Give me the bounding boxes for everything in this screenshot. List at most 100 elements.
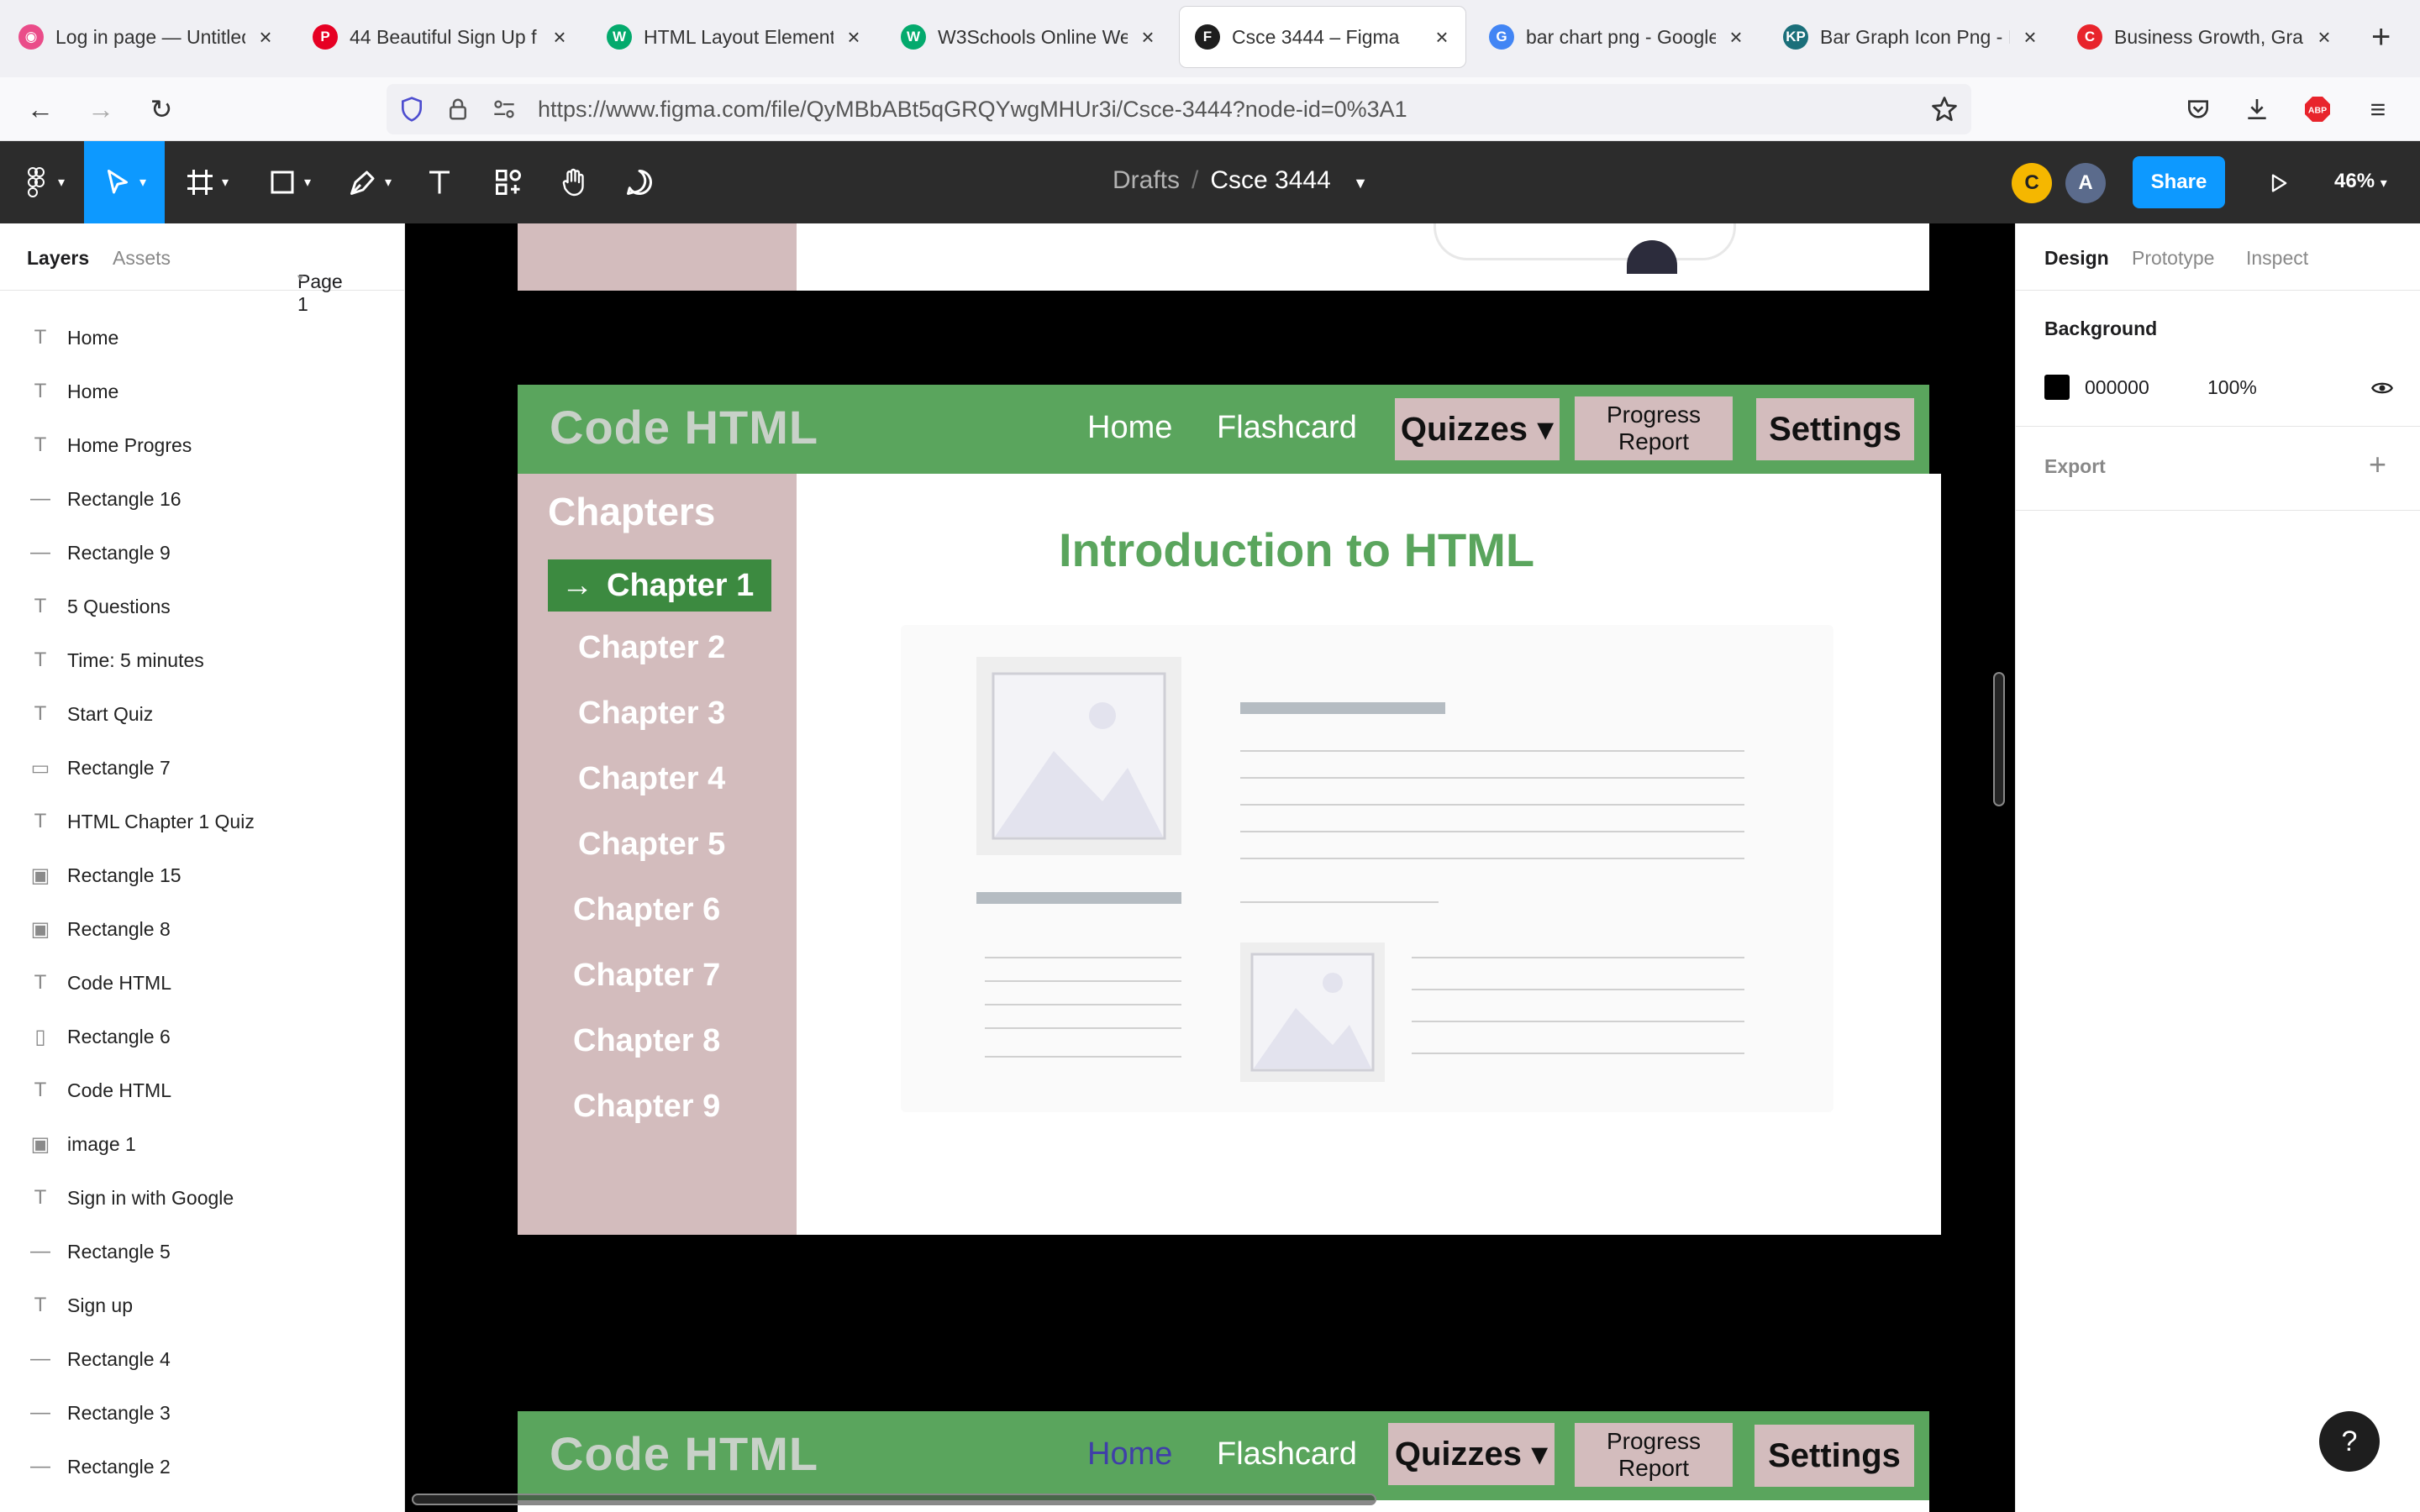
figma-main-menu-icon[interactable]: ▾ xyxy=(12,141,74,223)
nav-quizzes-dropdown[interactable]: Quizzes ▾ xyxy=(1395,398,1560,460)
layer-item[interactable]: T 5 Questions xyxy=(0,580,405,633)
nav-progress-report-button[interactable]: Progress Report xyxy=(1575,1423,1733,1487)
layer-item[interactable]: T HTML Chapter 1 Quiz xyxy=(0,795,405,848)
share-button[interactable]: Share xyxy=(2133,156,2225,208)
move-tool-icon[interactable]: ▾ xyxy=(84,141,165,223)
bookmark-star-icon[interactable] xyxy=(1929,94,1960,124)
chapter-item[interactable]: Chapter 4 xyxy=(578,761,725,797)
browser-tab-active[interactable]: F Csce 3444 – Figma × xyxy=(1180,7,1465,67)
chapter-item[interactable]: Chapter 8 xyxy=(573,1023,720,1059)
layer-item[interactable]: ▣ Rectangle 8 xyxy=(0,902,405,956)
nav-flashcard-link[interactable]: Flashcard xyxy=(1217,1436,1357,1473)
forward-arrow-icon[interactable]: → xyxy=(81,89,121,129)
tab-design[interactable]: Design xyxy=(2044,247,2109,270)
file-name[interactable]: Csce 3444 xyxy=(1210,166,1330,194)
layer-item[interactable]: — Rectangle 5 xyxy=(0,1225,405,1278)
nav-flashcard-link[interactable]: Flashcard xyxy=(1217,410,1357,446)
layer-item[interactable]: ▣ image 1 xyxy=(0,1117,405,1171)
browser-tab[interactable]: P 44 Beautiful Sign Up f × xyxy=(297,7,583,67)
permissions-icon[interactable] xyxy=(491,97,518,121)
nav-settings-button[interactable]: Settings xyxy=(1754,1425,1914,1487)
chapter-item[interactable]: Chapter 7 xyxy=(573,958,720,994)
tab-prototype[interactable]: Prototype xyxy=(2132,247,2214,270)
url-bar[interactable]: https://www.figma.com/file/QyMBbABt5qGRQ… xyxy=(387,84,1971,134)
close-tab-icon[interactable]: × xyxy=(551,24,568,50)
horizontal-scrollbar[interactable] xyxy=(412,1494,1376,1505)
rectangle-tool-icon[interactable]: ▾ xyxy=(255,141,323,223)
text-tool-icon[interactable] xyxy=(417,141,462,223)
chapter-item-active[interactable]: → Chapter 1 xyxy=(548,559,771,612)
reload-icon[interactable]: ↻ xyxy=(141,89,182,129)
hamburger-menu-icon[interactable]: ≡ xyxy=(2358,89,2398,129)
close-tab-icon[interactable]: × xyxy=(1728,24,1744,50)
present-play-icon[interactable] xyxy=(2259,163,2299,203)
close-tab-icon[interactable]: × xyxy=(257,24,274,50)
layer-item[interactable]: T Home xyxy=(0,365,405,418)
download-icon[interactable] xyxy=(2237,89,2277,129)
zoom-level[interactable]: 46% ▾ xyxy=(2334,170,2387,193)
layer-item[interactable]: ▯ Rectangle 6 xyxy=(0,1010,405,1063)
add-export-plus-icon[interactable]: + xyxy=(2369,447,2386,482)
tab-inspect[interactable]: Inspect xyxy=(2246,247,2308,270)
close-tab-icon[interactable]: × xyxy=(2022,24,2039,50)
remnant-sidebar xyxy=(518,223,797,291)
close-tab-icon[interactable]: × xyxy=(1139,24,1156,50)
layer-item[interactable]: T Start Quiz xyxy=(0,687,405,741)
chapter-item[interactable]: Chapter 2 xyxy=(578,630,725,666)
help-button[interactable]: ? xyxy=(2319,1411,2380,1472)
frame-tool-icon[interactable]: ▾ xyxy=(173,141,240,223)
browser-tab[interactable]: W W3Schools Online Wel × xyxy=(886,7,1171,67)
tab-layers[interactable]: Layers xyxy=(27,247,89,270)
back-arrow-icon[interactable]: ← xyxy=(20,89,60,129)
layer-item[interactable]: — Rectangle 4 xyxy=(0,1332,405,1386)
background-color-swatch[interactable] xyxy=(2044,375,2070,400)
browser-tab[interactable]: G bar chart png - Google × xyxy=(1474,7,1760,67)
new-tab-plus-icon[interactable]: + xyxy=(2371,18,2391,55)
layer-item[interactable]: T Home xyxy=(0,311,405,365)
layer-item[interactable]: T Code HTML xyxy=(0,1063,405,1117)
layer-item[interactable]: ▣ Rectangle 15 xyxy=(0,848,405,902)
layer-item[interactable]: ▭ Rectangle 7 xyxy=(0,741,405,795)
resources-tool-icon[interactable] xyxy=(486,141,531,223)
vertical-scrollbar[interactable] xyxy=(1993,672,2005,806)
avatar[interactable]: C xyxy=(2012,163,2052,203)
close-tab-icon[interactable]: × xyxy=(845,24,862,50)
chapter-item[interactable]: Chapter 6 xyxy=(573,892,720,928)
layer-item[interactable]: T Sign in with Google xyxy=(0,1171,405,1225)
adblock-icon[interactable]: ABP xyxy=(2297,89,2338,129)
layer-item[interactable]: T Code HTML xyxy=(0,956,405,1010)
chapter-item[interactable]: Chapter 3 xyxy=(578,696,725,732)
close-tab-icon[interactable]: × xyxy=(1434,24,1450,50)
layer-item[interactable]: — Rectangle 3 xyxy=(0,1386,405,1440)
comment-tool-icon[interactable] xyxy=(617,141,662,223)
nav-settings-button[interactable]: Settings xyxy=(1756,398,1914,460)
browser-tab[interactable]: KP Bar Graph Icon Png - I × xyxy=(1768,7,2054,67)
chapter-item[interactable]: Chapter 9 xyxy=(573,1089,720,1125)
browser-tab[interactable]: W HTML Layout Elements × xyxy=(592,7,877,67)
layer-item[interactable]: T Sign up xyxy=(0,1278,405,1332)
layer-item[interactable]: — Rectangle 9 xyxy=(0,526,405,580)
layer-item[interactable]: — Rectangle 16 xyxy=(0,472,405,526)
pocket-icon[interactable] xyxy=(2178,89,2218,129)
file-menu-chevron-down-icon[interactable]: ▼ xyxy=(1353,175,1368,192)
nav-home-link[interactable]: Home xyxy=(1087,410,1172,446)
layer-item[interactable]: T Home Progres xyxy=(0,418,405,472)
background-hex-input[interactable]: 000000 xyxy=(2085,376,2149,399)
design-canvas[interactable]: Code HTML Home Flashcard Quizzes ▾ Progr… xyxy=(405,223,2015,1512)
pen-tool-icon[interactable]: ▾ xyxy=(336,141,403,223)
browser-tab[interactable]: C Business Growth, Grap × xyxy=(2062,7,2348,67)
avatar[interactable]: A xyxy=(2065,163,2106,203)
tab-assets[interactable]: Assets xyxy=(113,247,171,270)
layer-item[interactable]: — Rectangle 2 xyxy=(0,1440,405,1494)
hand-tool-icon[interactable] xyxy=(551,141,597,223)
nav-quizzes-dropdown[interactable]: Quizzes ▾ xyxy=(1388,1423,1555,1485)
drafts-link[interactable]: Drafts xyxy=(1113,166,1180,194)
close-tab-icon[interactable]: × xyxy=(2316,24,2333,50)
browser-tab[interactable]: ◉ Log in page — Untitled × xyxy=(3,7,289,67)
layer-item[interactable]: T Time: 5 minutes xyxy=(0,633,405,687)
background-opacity-input[interactable]: 100% xyxy=(2207,376,2257,399)
nav-progress-report-button[interactable]: Progress Report xyxy=(1575,396,1733,460)
nav-home-link[interactable]: Home xyxy=(1087,1436,1172,1473)
chapter-item[interactable]: Chapter 5 xyxy=(578,827,725,863)
eye-visibility-icon[interactable] xyxy=(2369,376,2396,400)
